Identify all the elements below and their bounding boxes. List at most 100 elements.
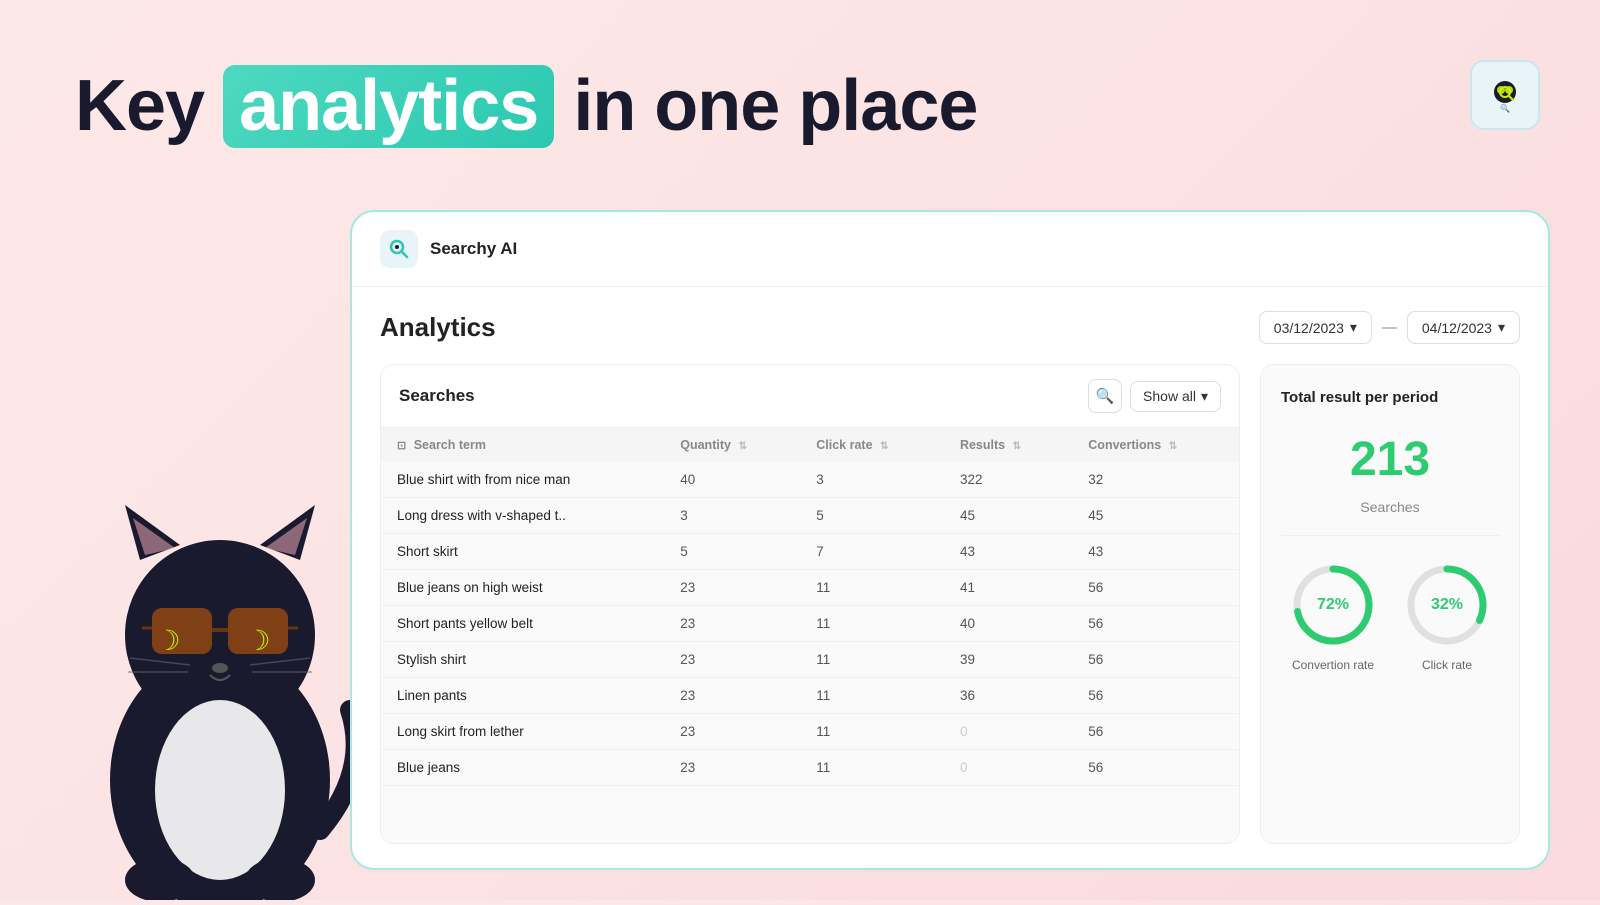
cell-quantity: 23: [664, 570, 800, 606]
cell-term: Long dress with v-shaped t..: [381, 498, 664, 534]
table-row: Short pants yellow belt 23 11 40 56: [381, 606, 1239, 642]
searches-panel: Searches 🔍 Show all ▾: [380, 364, 1240, 844]
cell-quantity: 23: [664, 678, 800, 714]
hero-title-highlight: analytics: [223, 65, 554, 148]
date-to-value: 04/12/2023: [1422, 320, 1492, 336]
cell-results: 322: [944, 462, 1072, 498]
cell-results: 0: [944, 714, 1072, 750]
hero-title-before: Key: [75, 66, 204, 146]
cell-click-rate: 11: [800, 606, 944, 642]
click-rate-label: Click rate: [1422, 658, 1472, 672]
cell-click-rate: 11: [800, 750, 944, 786]
cat-illustration: ☽ ☽: [60, 450, 380, 900]
main-card: Searchy AI Analytics 03/12/2023 ▾ — 04/1…: [350, 210, 1550, 870]
cell-quantity: 5: [664, 534, 800, 570]
show-all-label: Show all: [1143, 388, 1196, 404]
cell-quantity: 40: [664, 462, 800, 498]
sort-icon-click-rate: ⇅: [880, 441, 888, 452]
conversion-rate-gauge: 72% Convertion rate: [1288, 560, 1378, 672]
conversion-rate-text: 72%: [1317, 596, 1349, 614]
cell-term: Stylish shirt: [381, 642, 664, 678]
app-name: Searchy AI: [430, 239, 517, 259]
cell-term: Blue shirt with from nice man: [381, 462, 664, 498]
searches-controls: 🔍 Show all ▾: [1088, 379, 1221, 413]
gauges-row: 72% Convertion rate 32% Cl: [1281, 560, 1499, 672]
cell-results: 43: [944, 534, 1072, 570]
cell-term: Linen pants: [381, 678, 664, 714]
chevron-down-icon-2: ▾: [1498, 319, 1505, 336]
cell-term: Blue jeans on high weist: [381, 570, 664, 606]
table-row: Blue jeans 23 11 0 56: [381, 750, 1239, 786]
click-rate-text: 32%: [1431, 596, 1463, 614]
cell-conversions: 56: [1072, 714, 1239, 750]
top-right-app-icon[interactable]: 🔍: [1470, 60, 1540, 130]
date-to-button[interactable]: 04/12/2023 ▾: [1407, 311, 1520, 344]
col-term: ⊡ Search term: [381, 428, 664, 462]
stats-divider: [1281, 535, 1499, 536]
table-row: Blue shirt with from nice man 40 3 322 3…: [381, 462, 1239, 498]
sort-icon-quantity: ⇅: [738, 441, 746, 452]
cell-click-rate: 5: [800, 498, 944, 534]
cell-term: Long skirt from lether: [381, 714, 664, 750]
click-rate-circle: 32%: [1402, 560, 1492, 650]
cell-conversions: 56: [1072, 678, 1239, 714]
svg-text:🔍: 🔍: [1500, 103, 1510, 113]
search-icon: 🔍: [1096, 387, 1115, 405]
date-separator: —: [1382, 319, 1397, 336]
card-body: Analytics 03/12/2023 ▾ — 04/12/2023 ▾ Se…: [352, 287, 1548, 868]
cell-results: 41: [944, 570, 1072, 606]
table-row: Stylish shirt 23 11 39 56: [381, 642, 1239, 678]
col-results[interactable]: Results ⇅: [944, 428, 1072, 462]
table-row: Long skirt from lether 23 11 0 56: [381, 714, 1239, 750]
searches-table: ⊡ Search term Quantity ⇅ Click rate ⇅: [381, 428, 1239, 786]
svg-text:☽: ☽: [155, 625, 180, 656]
date-range: 03/12/2023 ▾ — 04/12/2023 ▾: [1259, 311, 1520, 344]
cell-results: 36: [944, 678, 1072, 714]
sort-icon-results: ⇅: [1013, 441, 1021, 452]
cell-click-rate: 11: [800, 570, 944, 606]
app-logo-icon: 🔍: [1486, 76, 1524, 114]
date-from-button[interactable]: 03/12/2023 ▾: [1259, 311, 1372, 344]
searches-top: Searches 🔍 Show all ▾: [381, 365, 1239, 428]
cell-quantity: 3: [664, 498, 800, 534]
cell-term: Short skirt: [381, 534, 664, 570]
conversion-rate-label: Convertion rate: [1292, 658, 1374, 672]
search-button[interactable]: 🔍: [1088, 379, 1122, 413]
cell-click-rate: 11: [800, 678, 944, 714]
cell-results: 39: [944, 642, 1072, 678]
analytics-header: Analytics 03/12/2023 ▾ — 04/12/2023 ▾: [380, 311, 1520, 344]
table-row: Linen pants 23 11 36 56: [381, 678, 1239, 714]
cell-quantity: 23: [664, 606, 800, 642]
table-header-row: ⊡ Search term Quantity ⇅ Click rate ⇅: [381, 428, 1239, 462]
cell-results: 40: [944, 606, 1072, 642]
col-click-rate[interactable]: Click rate ⇅: [800, 428, 944, 462]
svg-text:☽: ☽: [245, 625, 270, 656]
cell-click-rate: 7: [800, 534, 944, 570]
cell-conversions: 56: [1072, 750, 1239, 786]
cell-click-rate: 11: [800, 714, 944, 750]
sort-icon-conversions: ⇅: [1169, 441, 1177, 452]
searches-label: Searches: [399, 386, 475, 406]
col-quantity[interactable]: Quantity ⇅: [664, 428, 800, 462]
cell-conversions: 56: [1072, 570, 1239, 606]
filter-icon: ⊡: [397, 440, 406, 452]
cell-click-rate: 11: [800, 642, 944, 678]
date-from-value: 03/12/2023: [1274, 320, 1344, 336]
table-row: Short skirt 5 7 43 43: [381, 534, 1239, 570]
cell-results: 0: [944, 750, 1072, 786]
cell-quantity: 23: [664, 642, 800, 678]
cell-conversions: 43: [1072, 534, 1239, 570]
card-header: Searchy AI: [352, 212, 1548, 287]
app-logo: [380, 230, 418, 268]
cell-quantity: 23: [664, 750, 800, 786]
show-all-button[interactable]: Show all ▾: [1130, 381, 1221, 412]
click-rate-gauge: 32% Click rate: [1402, 560, 1492, 672]
stats-subtitle: Searches: [1281, 499, 1499, 515]
cell-conversions: 56: [1072, 642, 1239, 678]
col-conversions[interactable]: Convertions ⇅: [1072, 428, 1239, 462]
cell-quantity: 23: [664, 714, 800, 750]
content-row: Searches 🔍 Show all ▾: [380, 364, 1520, 844]
hero-title-after: in one place: [573, 66, 977, 146]
cell-conversions: 45: [1072, 498, 1239, 534]
searches-table-wrapper: ⊡ Search term Quantity ⇅ Click rate ⇅: [381, 428, 1239, 843]
